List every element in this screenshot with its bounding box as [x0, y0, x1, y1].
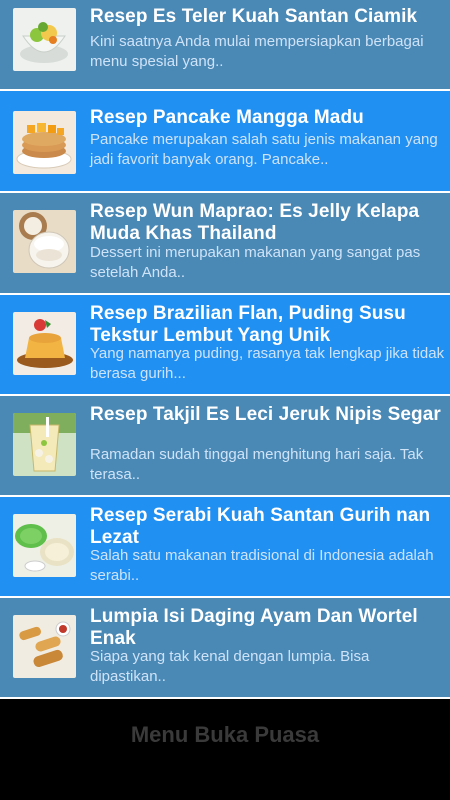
footer-bar: Menu Buka Puasa: [0, 700, 450, 800]
recipe-description: Pancake merupakan salah satu jenis makan…: [90, 131, 438, 168]
flan-image: [13, 312, 76, 375]
recipe-description: Siapa yang tak kenal dengan lumpia. Bisa…: [90, 648, 370, 685]
es-teler-image: [13, 8, 76, 71]
pancake-image: [13, 111, 76, 174]
recipe-description: Ramadan sudah tinggal menghitung hari sa…: [90, 446, 424, 483]
recipe-title: Lumpia Isi Daging Ayam Dan Wortel Enak: [90, 606, 418, 649]
recipe-title: Resep Serabi Kuah Santan Gurih nan Lezat: [90, 505, 431, 548]
recipe-description: Yang namanya puding, rasanya tak lengkap…: [90, 345, 445, 382]
recipe-title: Resep Brazilian Flan, Puding Susu Tekstu…: [90, 303, 406, 346]
recipe-description: Salah satu makanan tradisional di Indone…: [90, 547, 434, 584]
list-item[interactable]: Resep Wun Maprao: Es Jelly Kelapa Muda K…: [0, 193, 450, 295]
recipe-title: Resep Wun Maprao: Es Jelly Kelapa Muda K…: [90, 201, 420, 244]
list-item[interactable]: Resep Brazilian Flan, Puding Susu Tekstu…: [0, 295, 450, 396]
lumpia-image: [13, 615, 76, 678]
recipe-title: Resep Takjil Es Leci Jeruk Nipis Segar: [90, 404, 441, 425]
list-item[interactable]: Resep Takjil Es Leci Jeruk Nipis Segar R…: [0, 396, 450, 497]
recipe-title: Resep Pancake Mangga Madu: [90, 107, 364, 128]
recipe-description: Kini saatnya Anda mulai mempersiapkan be…: [90, 33, 424, 70]
recipe-title: Resep Es Teler Kuah Santan Ciamik: [90, 6, 418, 27]
lychee-drink-image: [13, 413, 76, 476]
list-item[interactable]: Resep Es Teler Kuah Santan Ciamik Kini s…: [0, 0, 450, 91]
footer-title: Menu Buka Puasa: [130, 722, 320, 747]
recipe-description: Dessert ini merupakan makanan yang sanga…: [90, 244, 421, 281]
list-item[interactable]: Resep Serabi Kuah Santan Gurih nan Lezat…: [0, 497, 450, 598]
coconut-jelly-image: [13, 210, 76, 273]
list-item[interactable]: Lumpia Isi Daging Ayam Dan Wortel Enak S…: [0, 598, 450, 699]
serabi-image: [13, 514, 76, 577]
list-item[interactable]: Resep Pancake Mangga Madu Pancake merupa…: [0, 91, 450, 193]
